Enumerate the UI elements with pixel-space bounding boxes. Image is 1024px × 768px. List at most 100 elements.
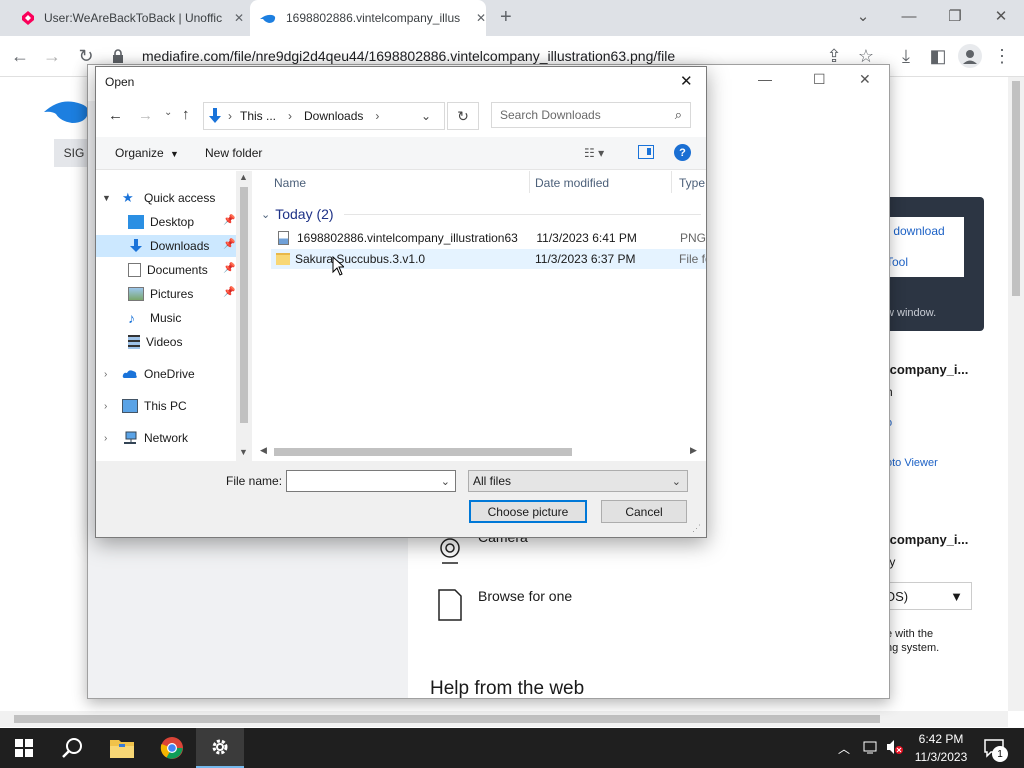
nav-documents[interactable]: Documents	[96, 259, 236, 281]
chrome-menu-icon[interactable]: ⋮	[990, 44, 1014, 68]
window-minimize-button[interactable]: —	[886, 0, 932, 32]
breadcrumb-item[interactable]: Downloads	[304, 109, 363, 123]
recent-dropdown-icon[interactable]: ⌄	[164, 107, 172, 118]
tab-close-icon[interactable]: ✕	[234, 11, 244, 25]
expand-chevron-icon[interactable]: ›	[104, 433, 118, 444]
dialog-close-button[interactable]: ✕	[680, 72, 693, 90]
settings-maximize-button[interactable]: ☐	[813, 71, 826, 88]
download-arrow-icon	[208, 108, 222, 124]
nav-quick-access[interactable]: ▼ ★ Quick access	[96, 187, 236, 209]
download-link[interactable]: r download	[886, 224, 945, 238]
group-header[interactable]: ⌄ Today (2)	[261, 204, 701, 224]
nav-downloads[interactable]: Downloads	[96, 235, 236, 257]
nav-videos[interactable]: Videos	[96, 331, 236, 353]
page-horizontal-scrollbar[interactable]	[0, 711, 1008, 727]
clock-date[interactable]: 11/3/2023	[912, 750, 970, 764]
column-divider[interactable]	[529, 171, 530, 193]
scrollbar-thumb[interactable]	[14, 715, 880, 723]
cancel-button[interactable]: Cancel	[601, 500, 687, 523]
tab-inactive[interactable]: User:WeAreBackToBack | Unoffic ✕	[10, 0, 246, 36]
help-icon[interactable]: ?	[674, 144, 691, 161]
folder-icon	[276, 253, 290, 265]
scroll-right-icon[interactable]: ▶	[690, 445, 697, 456]
nav-pictures[interactable]: Pictures	[96, 283, 236, 305]
breadcrumb-item[interactable]: This ...	[240, 109, 276, 123]
new-folder-button[interactable]: New folder	[205, 146, 262, 160]
scroll-up-icon[interactable]: ▲	[239, 172, 248, 182]
network-tray-icon[interactable]	[863, 739, 879, 755]
settings-close-button[interactable]: ✕	[859, 71, 871, 88]
column-name[interactable]: Name	[274, 176, 306, 190]
page-vertical-scrollbar[interactable]	[1008, 77, 1024, 711]
column-type[interactable]: Type	[679, 176, 705, 190]
os-select[interactable]: OS) ▼	[876, 582, 972, 610]
column-divider[interactable]	[671, 171, 672, 193]
chrome-icon[interactable]	[148, 728, 196, 768]
cloud-icon	[122, 367, 138, 381]
back-arrow-icon[interactable]: ←	[108, 107, 123, 124]
forward-arrow-icon[interactable]: →	[138, 107, 153, 124]
browse-option[interactable]: Browse for one	[478, 588, 572, 604]
nav-this-pc[interactable]: › This PC	[96, 395, 236, 417]
side-panel-icon[interactable]: ◧	[926, 44, 950, 68]
file-type: PNG	[679, 231, 706, 245]
file-explorer-icon[interactable]	[98, 728, 146, 768]
window-restore-button[interactable]: ❐	[932, 0, 978, 32]
nav-music[interactable]: ♪ Music	[96, 307, 236, 329]
view-options-icon[interactable]: ☷ ▾	[584, 146, 604, 160]
filename-input[interactable]: ⌄	[286, 470, 456, 492]
expand-chevron-icon[interactable]: ›	[104, 369, 118, 380]
windows-start-icon[interactable]	[0, 728, 48, 768]
resize-grip-icon[interactable]: ⋰	[692, 523, 701, 534]
refresh-icon[interactable]: ↻	[447, 102, 479, 130]
tab-search-icon[interactable]: ⌄	[840, 0, 886, 32]
breadcrumb[interactable]: › This ... › Downloads ›	[203, 102, 445, 130]
pin-icon: 📌	[223, 287, 236, 298]
column-date[interactable]: Date modified	[535, 176, 609, 190]
browser-tabstrip: User:WeAreBackToBack | Unoffic ✕ 1698802…	[0, 0, 1024, 36]
tab-active[interactable]: 1698802886.vintelcompany_illus ✕	[250, 0, 486, 36]
nav-label: Desktop	[150, 215, 195, 229]
profile-avatar-icon[interactable]	[958, 44, 982, 68]
photo-viewer-link[interactable]: oto Viewer	[886, 457, 938, 469]
scrollbar-thumb[interactable]	[1012, 81, 1020, 296]
file-type-select[interactable]: All files ⌄	[468, 470, 688, 492]
nav-network[interactable]: › Network	[96, 427, 236, 449]
image-file-icon	[278, 231, 289, 245]
settings-gear-icon[interactable]	[196, 728, 244, 768]
back-arrow-icon[interactable]: ←	[8, 44, 32, 68]
list-horizontal-scrollbar[interactable]: ◀ ▶	[256, 444, 706, 460]
tab-title: 1698802886.vintelcompany_illus	[286, 11, 461, 25]
choose-picture-button[interactable]: Choose picture	[469, 500, 587, 523]
expand-chevron-icon[interactable]: ›	[104, 401, 118, 412]
organize-button[interactable]: Organize ▼	[115, 146, 179, 160]
address-dropdown-icon[interactable]: ⌄	[421, 109, 431, 123]
scrollbar-thumb[interactable]	[240, 187, 248, 423]
search-input[interactable]: Search Downloads ⌕	[491, 102, 691, 128]
settings-minimize-button[interactable]: —	[758, 71, 772, 87]
documents-icon	[128, 263, 141, 277]
forward-arrow-icon[interactable]: →	[40, 44, 64, 68]
preview-pane-icon[interactable]	[638, 145, 654, 159]
up-arrow-icon[interactable]: ↑	[182, 106, 190, 123]
navigation-pane: ▼ ★ Quick access Desktop Downloads Docum…	[96, 169, 251, 459]
window-close-button[interactable]: ✕	[978, 0, 1024, 32]
search-icon[interactable]	[48, 728, 96, 768]
chevron-down-icon[interactable]: ⌄	[441, 475, 450, 488]
search-placeholder: Search Downloads	[500, 108, 601, 122]
nav-desktop[interactable]: Desktop	[96, 211, 236, 233]
dialog-titlebar[interactable]: Open	[96, 67, 706, 97]
downloads-icon[interactable]: ⤓	[894, 44, 918, 68]
nav-onedrive[interactable]: › OneDrive	[96, 363, 236, 385]
volume-muted-icon[interactable]	[886, 739, 904, 755]
clock-time[interactable]: 6:42 PM	[912, 732, 970, 746]
scroll-down-icon[interactable]: ▼	[239, 447, 248, 457]
expand-chevron-icon[interactable]: ▼	[102, 193, 116, 203]
scrollbar-thumb[interactable]	[274, 448, 572, 456]
new-tab-button[interactable]: +	[500, 6, 512, 29]
nav-scrollbar[interactable]: ▲ ▼	[236, 171, 252, 461]
file-row[interactable]: 1698802886.vintelcompany_illustration63 …	[271, 228, 706, 248]
tray-chevron-up-icon[interactable]: ︿	[838, 740, 850, 757]
tab-close-icon[interactable]: ✕	[476, 11, 486, 25]
scroll-left-icon[interactable]: ◀	[260, 445, 267, 456]
